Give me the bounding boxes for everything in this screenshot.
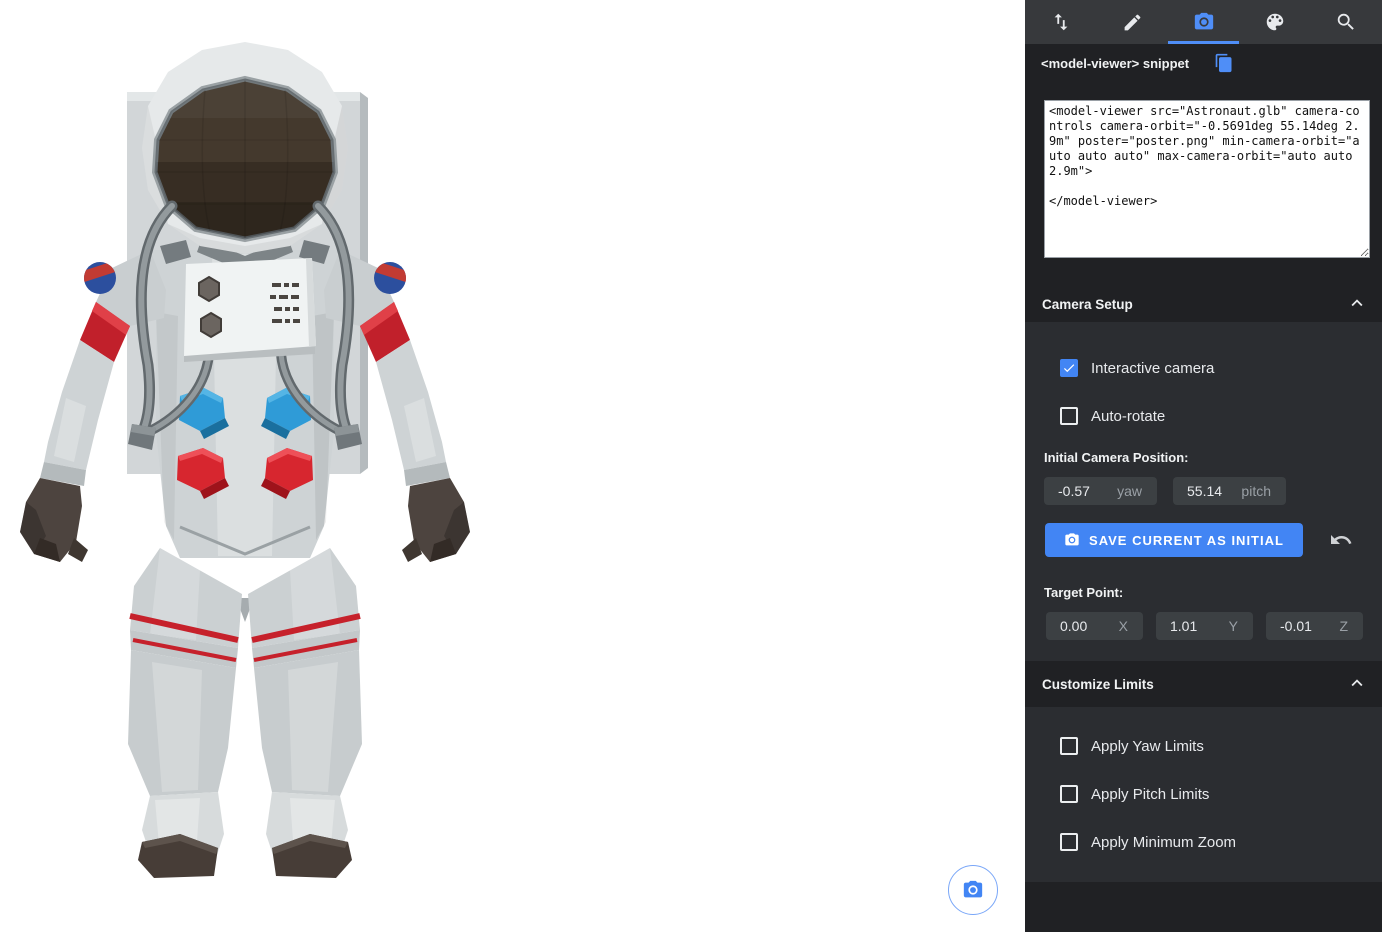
copy-icon (1214, 53, 1234, 73)
target-z-value: -0.01 (1280, 618, 1339, 634)
tab-file-import[interactable] (1025, 0, 1096, 44)
pitch-input[interactable]: 55.14 pitch (1173, 477, 1286, 505)
initial-camera-position-label: Initial Camera Position: (1044, 450, 1188, 465)
apply-minimum-zoom-label: Apply Minimum Zoom (1091, 834, 1236, 851)
interactive-camera-checkbox[interactable] (1060, 359, 1078, 377)
chevron-up-icon (1346, 292, 1368, 314)
apply-pitch-limits-checkbox[interactable] (1060, 785, 1078, 803)
target-x-unit: X (1119, 618, 1128, 634)
target-z-input[interactable]: -0.01 Z (1266, 612, 1363, 640)
apply-minimum-zoom-checkbox-row[interactable]: Apply Minimum Zoom (1060, 833, 1236, 851)
camera-icon (1064, 532, 1080, 548)
interactive-camera-checkbox-row[interactable]: Interactive camera (1060, 359, 1214, 377)
target-y-value: 1.01 (1170, 618, 1229, 634)
astronaut-chest-panel (184, 258, 316, 362)
tab-camera[interactable] (1168, 0, 1239, 44)
camera-icon (962, 879, 984, 901)
pitch-unit: pitch (1241, 483, 1271, 499)
search-icon (1335, 11, 1357, 33)
astronaut-helmet (142, 42, 348, 254)
tab-edit[interactable] (1096, 0, 1167, 44)
edit-pencil-icon (1122, 12, 1143, 33)
swap-vertical-icon (1050, 11, 1072, 33)
camera-icon (1193, 11, 1215, 33)
tab-inspector[interactable] (1311, 0, 1382, 44)
target-x-input[interactable]: 0.00 X (1046, 612, 1143, 640)
auto-rotate-checkbox-row[interactable]: Auto-rotate (1060, 407, 1165, 425)
save-current-as-initial-button[interactable]: SAVE CURRENT AS INITIAL (1045, 523, 1303, 557)
save-button-label: SAVE CURRENT AS INITIAL (1089, 533, 1284, 548)
model-viewport[interactable] (0, 0, 1025, 932)
editor-toolbar (1025, 0, 1382, 44)
checkmark-icon (1062, 361, 1076, 375)
yaw-value: -0.57 (1058, 483, 1117, 499)
target-point-label: Target Point: (1044, 585, 1123, 600)
target-y-input[interactable]: 1.01 Y (1156, 612, 1253, 640)
customize-limits-title: Customize Limits (1042, 677, 1154, 692)
auto-rotate-label: Auto-rotate (1091, 408, 1165, 425)
auto-rotate-checkbox[interactable] (1060, 407, 1078, 425)
collapse-camera-setup-button[interactable] (1344, 292, 1370, 318)
pitch-value: 55.14 (1187, 483, 1241, 499)
collapse-customize-limits-button[interactable] (1344, 671, 1370, 697)
editor-panel: <model-viewer> snippet <model-viewer src… (1025, 0, 1382, 932)
undo-icon (1329, 528, 1353, 552)
yaw-input[interactable]: -0.57 yaw (1044, 477, 1157, 505)
apply-yaw-limits-checkbox[interactable] (1060, 737, 1078, 755)
tab-materials[interactable] (1239, 0, 1310, 44)
astronaut-3d-model[interactable] (0, 0, 1025, 932)
apply-yaw-limits-label: Apply Yaw Limits (1091, 738, 1204, 755)
palette-icon (1264, 11, 1286, 33)
camera-setup-header[interactable]: Camera Setup (1025, 287, 1382, 322)
download-poster-camera-button[interactable] (948, 865, 998, 915)
snippet-title: <model-viewer> snippet (1041, 56, 1189, 71)
chevron-up-icon (1346, 672, 1368, 694)
target-z-unit: Z (1339, 618, 1348, 634)
camera-setup-title: Camera Setup (1042, 297, 1133, 312)
apply-pitch-limits-checkbox-row[interactable]: Apply Pitch Limits (1060, 785, 1209, 803)
target-y-unit: Y (1229, 618, 1238, 634)
apply-minimum-zoom-checkbox[interactable] (1060, 833, 1078, 851)
astronaut-legs (128, 548, 362, 878)
apply-pitch-limits-label: Apply Pitch Limits (1091, 786, 1209, 803)
customize-limits-header[interactable]: Customize Limits (1025, 661, 1382, 707)
target-x-value: 0.00 (1060, 618, 1119, 634)
active-tab-underline (1168, 41, 1239, 44)
apply-yaw-limits-checkbox-row[interactable]: Apply Yaw Limits (1060, 737, 1204, 755)
copy-snippet-button[interactable] (1213, 53, 1235, 75)
undo-initial-camera-button[interactable] (1328, 528, 1354, 552)
yaw-unit: yaw (1117, 483, 1142, 499)
interactive-camera-label: Interactive camera (1091, 360, 1214, 377)
snippet-code-textarea[interactable]: <model-viewer src="Astronaut.glb" camera… (1044, 100, 1370, 258)
